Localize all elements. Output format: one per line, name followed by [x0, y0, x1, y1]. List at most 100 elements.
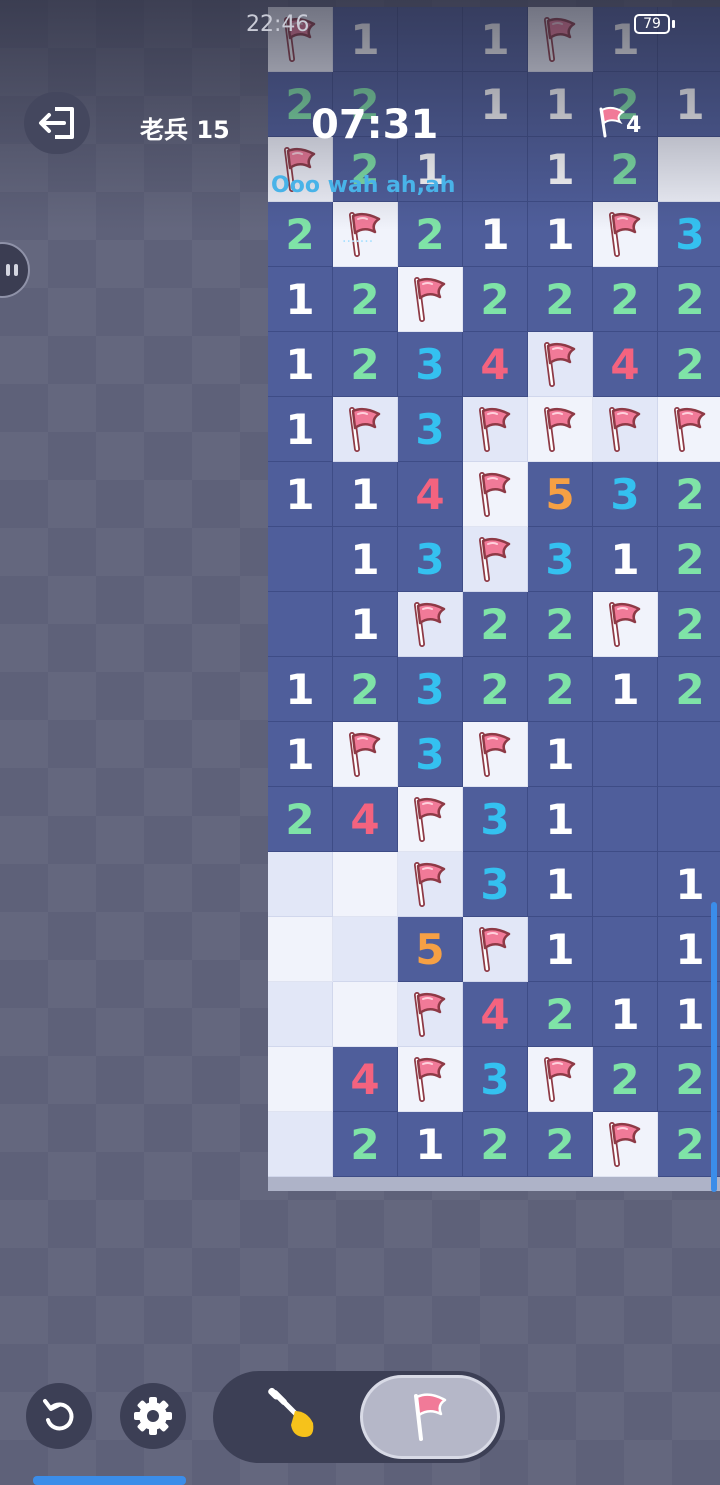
- empty-cell[interactable]: [268, 527, 333, 592]
- number-cell[interactable]: 2: [593, 267, 658, 332]
- number-cell[interactable]: 4: [333, 1047, 398, 1112]
- number-cell[interactable]: 1: [268, 657, 333, 722]
- restart-button[interactable]: [26, 1383, 92, 1449]
- number-cell[interactable]: 1: [593, 527, 658, 592]
- scrollbar[interactable]: [711, 902, 717, 1192]
- number-cell[interactable]: 4: [463, 982, 528, 1047]
- empty-cell[interactable]: [593, 852, 658, 917]
- number-cell[interactable]: 2: [528, 592, 593, 657]
- number-cell[interactable]: 2: [463, 592, 528, 657]
- flagged-cell[interactable]: [398, 592, 463, 657]
- number-cell[interactable]: 2: [658, 462, 720, 527]
- number-cell[interactable]: 3: [398, 722, 463, 787]
- number-cell[interactable]: 3: [463, 787, 528, 852]
- number-cell[interactable]: 4: [333, 787, 398, 852]
- flagged-cell[interactable]: [463, 722, 528, 787]
- hidden-cell[interactable]: [268, 982, 333, 1047]
- number-cell[interactable]: 1: [593, 982, 658, 1047]
- hidden-cell[interactable]: [333, 917, 398, 982]
- empty-cell[interactable]: [593, 722, 658, 787]
- number-cell[interactable]: 2: [658, 332, 720, 397]
- number-cell[interactable]: 2: [463, 267, 528, 332]
- number-cell[interactable]: 1: [268, 462, 333, 527]
- number-cell[interactable]: 2: [658, 592, 720, 657]
- flagged-cell[interactable]: [463, 462, 528, 527]
- hidden-cell[interactable]: [333, 982, 398, 1047]
- number-cell[interactable]: 4: [463, 332, 528, 397]
- number-cell[interactable]: 2: [333, 657, 398, 722]
- flagged-cell[interactable]: [398, 852, 463, 917]
- number-cell[interactable]: 2: [658, 267, 720, 332]
- empty-cell[interactable]: [268, 592, 333, 657]
- number-cell[interactable]: 1: [593, 657, 658, 722]
- number-cell[interactable]: 1: [528, 852, 593, 917]
- flagged-cell[interactable]: [398, 1047, 463, 1112]
- number-cell[interactable]: 1: [268, 267, 333, 332]
- number-cell[interactable]: 3: [398, 332, 463, 397]
- number-cell[interactable]: 4: [398, 462, 463, 527]
- flagged-cell[interactable]: [528, 397, 593, 462]
- number-cell[interactable]: 1: [528, 917, 593, 982]
- flag-tool-button[interactable]: [360, 1375, 500, 1459]
- flagged-cell[interactable]: [398, 787, 463, 852]
- number-cell[interactable]: 1: [528, 787, 593, 852]
- number-cell[interactable]: 2: [333, 332, 398, 397]
- flagged-cell[interactable]: [658, 397, 720, 462]
- flagged-cell[interactable]: [398, 267, 463, 332]
- flag-icon: [414, 862, 446, 907]
- flagged-cell[interactable]: [593, 1112, 658, 1177]
- number-cell[interactable]: 2: [658, 657, 720, 722]
- number-cell[interactable]: 3: [398, 657, 463, 722]
- number-cell[interactable]: 5: [528, 462, 593, 527]
- flagged-cell[interactable]: [593, 397, 658, 462]
- hidden-cell[interactable]: [268, 917, 333, 982]
- flagged-cell[interactable]: [333, 722, 398, 787]
- number-cell[interactable]: 1: [268, 332, 333, 397]
- number-cell[interactable]: 4: [593, 332, 658, 397]
- flagged-cell[interactable]: [463, 397, 528, 462]
- number-cell[interactable]: 3: [398, 527, 463, 592]
- hidden-cell[interactable]: [268, 1112, 333, 1177]
- number-cell[interactable]: 2: [528, 1112, 593, 1177]
- number-cell[interactable]: 1: [268, 397, 333, 462]
- number-cell[interactable]: 3: [463, 852, 528, 917]
- number-cell[interactable]: 2: [333, 1112, 398, 1177]
- exit-button[interactable]: [24, 92, 90, 154]
- number-cell[interactable]: 3: [528, 527, 593, 592]
- number-cell[interactable]: 1: [333, 462, 398, 527]
- number-cell[interactable]: 2: [528, 657, 593, 722]
- empty-cell[interactable]: [593, 787, 658, 852]
- settings-button[interactable]: [120, 1383, 186, 1449]
- number-cell[interactable]: 2: [463, 657, 528, 722]
- flagged-cell[interactable]: [528, 332, 593, 397]
- dig-tool-button[interactable]: [258, 1384, 328, 1450]
- hidden-cell[interactable]: [268, 852, 333, 917]
- number-cell[interactable]: 1: [398, 1112, 463, 1177]
- number-cell[interactable]: 1: [333, 527, 398, 592]
- number-cell[interactable]: 1: [528, 722, 593, 787]
- number-cell[interactable]: 1: [268, 722, 333, 787]
- flagged-cell[interactable]: [463, 917, 528, 982]
- number-cell[interactable]: 1: [333, 592, 398, 657]
- hidden-cell[interactable]: [333, 852, 398, 917]
- number-cell[interactable]: 3: [398, 397, 463, 462]
- flagged-cell[interactable]: [528, 1047, 593, 1112]
- number-cell[interactable]: 2: [528, 267, 593, 332]
- number-cell[interactable]: 5: [398, 917, 463, 982]
- flagged-cell[interactable]: [463, 527, 528, 592]
- number-cell[interactable]: 3: [593, 462, 658, 527]
- number-cell[interactable]: 2: [463, 1112, 528, 1177]
- number-cell[interactable]: 3: [463, 1047, 528, 1112]
- number-cell[interactable]: 2: [528, 982, 593, 1047]
- flagged-cell[interactable]: [333, 397, 398, 462]
- empty-cell[interactable]: [658, 787, 720, 852]
- empty-cell[interactable]: [658, 722, 720, 787]
- number-cell[interactable]: 2: [268, 787, 333, 852]
- hidden-cell[interactable]: [268, 1047, 333, 1112]
- empty-cell[interactable]: [593, 917, 658, 982]
- number-cell[interactable]: 2: [333, 267, 398, 332]
- flagged-cell[interactable]: [593, 592, 658, 657]
- number-cell[interactable]: 2: [593, 1047, 658, 1112]
- number-cell[interactable]: 2: [658, 527, 720, 592]
- flagged-cell[interactable]: [398, 982, 463, 1047]
